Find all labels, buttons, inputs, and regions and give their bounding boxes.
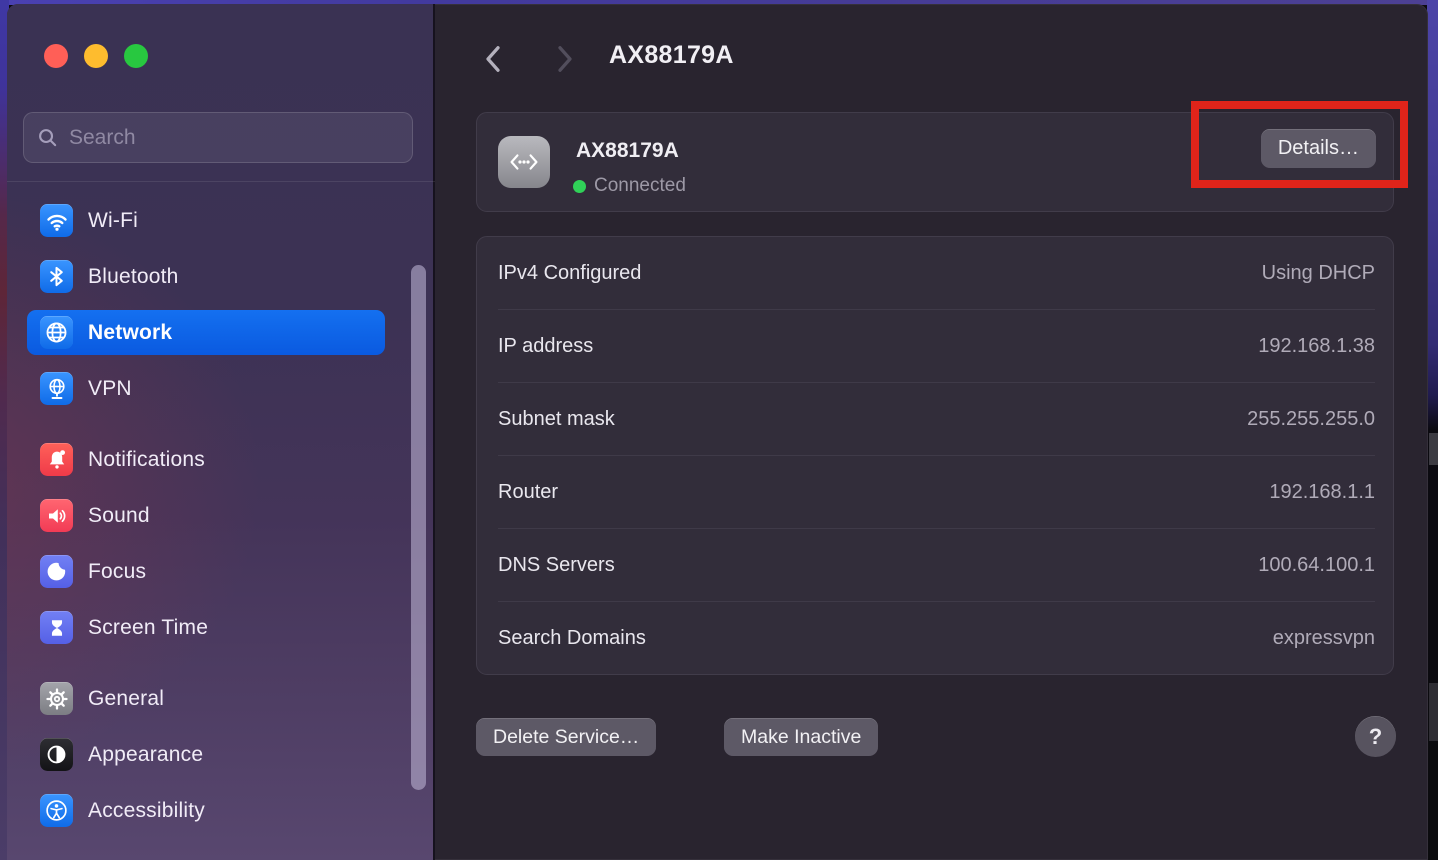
sidebar-item-label: Appearance: [88, 743, 203, 767]
settings-row-label: Subnet mask: [498, 408, 615, 431]
sidebar-item-label: General: [88, 687, 164, 711]
network-globe-icon: [40, 316, 73, 349]
sidebar-item-accessibility[interactable]: Accessibility: [27, 788, 385, 833]
bell-icon: [40, 443, 73, 476]
connected-status-label: Connected: [594, 175, 686, 197]
wifi-icon: [40, 204, 73, 237]
network-settings-card: IPv4 Configured Using DHCP IP address 19…: [476, 236, 1394, 675]
sidebar-item-label: Notifications: [88, 448, 205, 472]
appearance-icon: [40, 738, 73, 771]
sidebar-item-focus[interactable]: Focus: [27, 549, 385, 594]
search-icon: [36, 126, 59, 149]
sidebar-item-label: Sound: [88, 504, 150, 528]
sidebar-scrollbar[interactable]: [411, 265, 426, 790]
settings-row: Search Domains expressvpn: [498, 602, 1375, 674]
sidebar-item-notifications[interactable]: Notifications: [27, 437, 385, 482]
settings-row: Subnet mask 255.255.255.0: [498, 383, 1375, 456]
bluetooth-icon: [40, 260, 73, 293]
sidebar-item-wifi[interactable]: Wi-Fi: [27, 198, 385, 243]
system-settings-window: Wi-Fi Bluetooth: [7, 4, 1428, 860]
settings-row-label: IP address: [498, 335, 593, 358]
moon-icon: [40, 555, 73, 588]
background-window-fragment: [1429, 433, 1438, 465]
settings-row-value: 192.168.1.38: [1258, 335, 1375, 358]
speaker-icon: [40, 499, 73, 532]
sidebar-item-sound[interactable]: Sound: [27, 493, 385, 538]
device-card: AX88179A Connected Details…: [476, 112, 1394, 212]
minimize-button[interactable]: [84, 44, 108, 68]
vpn-globe-icon: [40, 372, 73, 405]
nav-group-system: Notifications Sound: [27, 437, 385, 650]
sidebar-item-screen-time[interactable]: Screen Time: [27, 605, 385, 650]
chevron-left-icon: [482, 44, 504, 74]
sidebar-item-appearance[interactable]: Appearance: [27, 732, 385, 777]
settings-row-value: 192.168.1.1: [1269, 481, 1375, 504]
settings-row-label: IPv4 Configured: [498, 262, 641, 285]
sidebar-item-bluetooth[interactable]: Bluetooth: [27, 254, 385, 299]
settings-row-label: DNS Servers: [498, 554, 615, 577]
forward-button[interactable]: [551, 42, 579, 76]
connected-status-dot: [573, 180, 586, 193]
nav-group-connectivity: Wi-Fi Bluetooth: [27, 198, 385, 411]
sidebar-divider: [7, 181, 435, 182]
settings-row: Router 192.168.1.1: [498, 456, 1375, 529]
sidebar-item-label: Network: [88, 321, 172, 345]
ethernet-adapter-icon: [498, 136, 550, 188]
sidebar-item-label: Focus: [88, 560, 146, 584]
background-window-fragment: [1429, 683, 1438, 741]
settings-row-value: 100.64.100.1: [1258, 554, 1375, 577]
device-name: AX88179A: [576, 139, 679, 163]
sidebar-item-label: Wi-Fi: [88, 209, 138, 233]
details-button[interactable]: Details…: [1261, 129, 1376, 168]
settings-row-label: Router: [498, 481, 558, 504]
sidebar-item-general[interactable]: General: [27, 676, 385, 721]
main-panel: AX88179A AX88179A Connected: [437, 4, 1428, 860]
sidebar-item-vpn[interactable]: VPN: [27, 366, 385, 411]
search-input[interactable]: [69, 126, 400, 150]
close-button[interactable]: [44, 44, 68, 68]
gear-icon: [40, 682, 73, 715]
back-button[interactable]: [479, 42, 507, 76]
zoom-button[interactable]: [124, 44, 148, 68]
search-field[interactable]: [23, 112, 413, 163]
device-status: Connected: [573, 175, 686, 197]
settings-row-label: Search Domains: [498, 627, 646, 650]
chevron-right-icon: [554, 44, 576, 74]
screenshot-stage: Wi-Fi Bluetooth: [0, 0, 1438, 860]
sidebar-item-label: Accessibility: [88, 799, 205, 823]
settings-row-value: expressvpn: [1273, 627, 1375, 650]
sidebar-item-label: VPN: [88, 377, 132, 401]
hourglass-icon: [40, 611, 73, 644]
sidebar-nav: Wi-Fi Bluetooth: [27, 198, 385, 859]
sidebar-item-network[interactable]: Network: [27, 310, 385, 355]
settings-row-value: 255.255.255.0: [1247, 408, 1375, 431]
sidebar-item-label: Screen Time: [88, 616, 208, 640]
accessibility-icon: [40, 794, 73, 827]
settings-row-value: Using DHCP: [1262, 262, 1375, 285]
make-inactive-button[interactable]: Make Inactive: [724, 718, 878, 756]
help-button[interactable]: ?: [1355, 716, 1396, 757]
nav-group-general: General Appearance: [27, 676, 385, 833]
settings-row: DNS Servers 100.64.100.1: [498, 529, 1375, 602]
sidebar-item-label: Bluetooth: [88, 265, 179, 289]
page-title: AX88179A: [609, 41, 734, 70]
sidebar: Wi-Fi Bluetooth: [7, 4, 435, 860]
delete-service-button[interactable]: Delete Service…: [476, 718, 656, 756]
settings-row: IP address 192.168.1.38: [498, 310, 1375, 383]
settings-row: IPv4 Configured Using DHCP: [498, 237, 1375, 310]
